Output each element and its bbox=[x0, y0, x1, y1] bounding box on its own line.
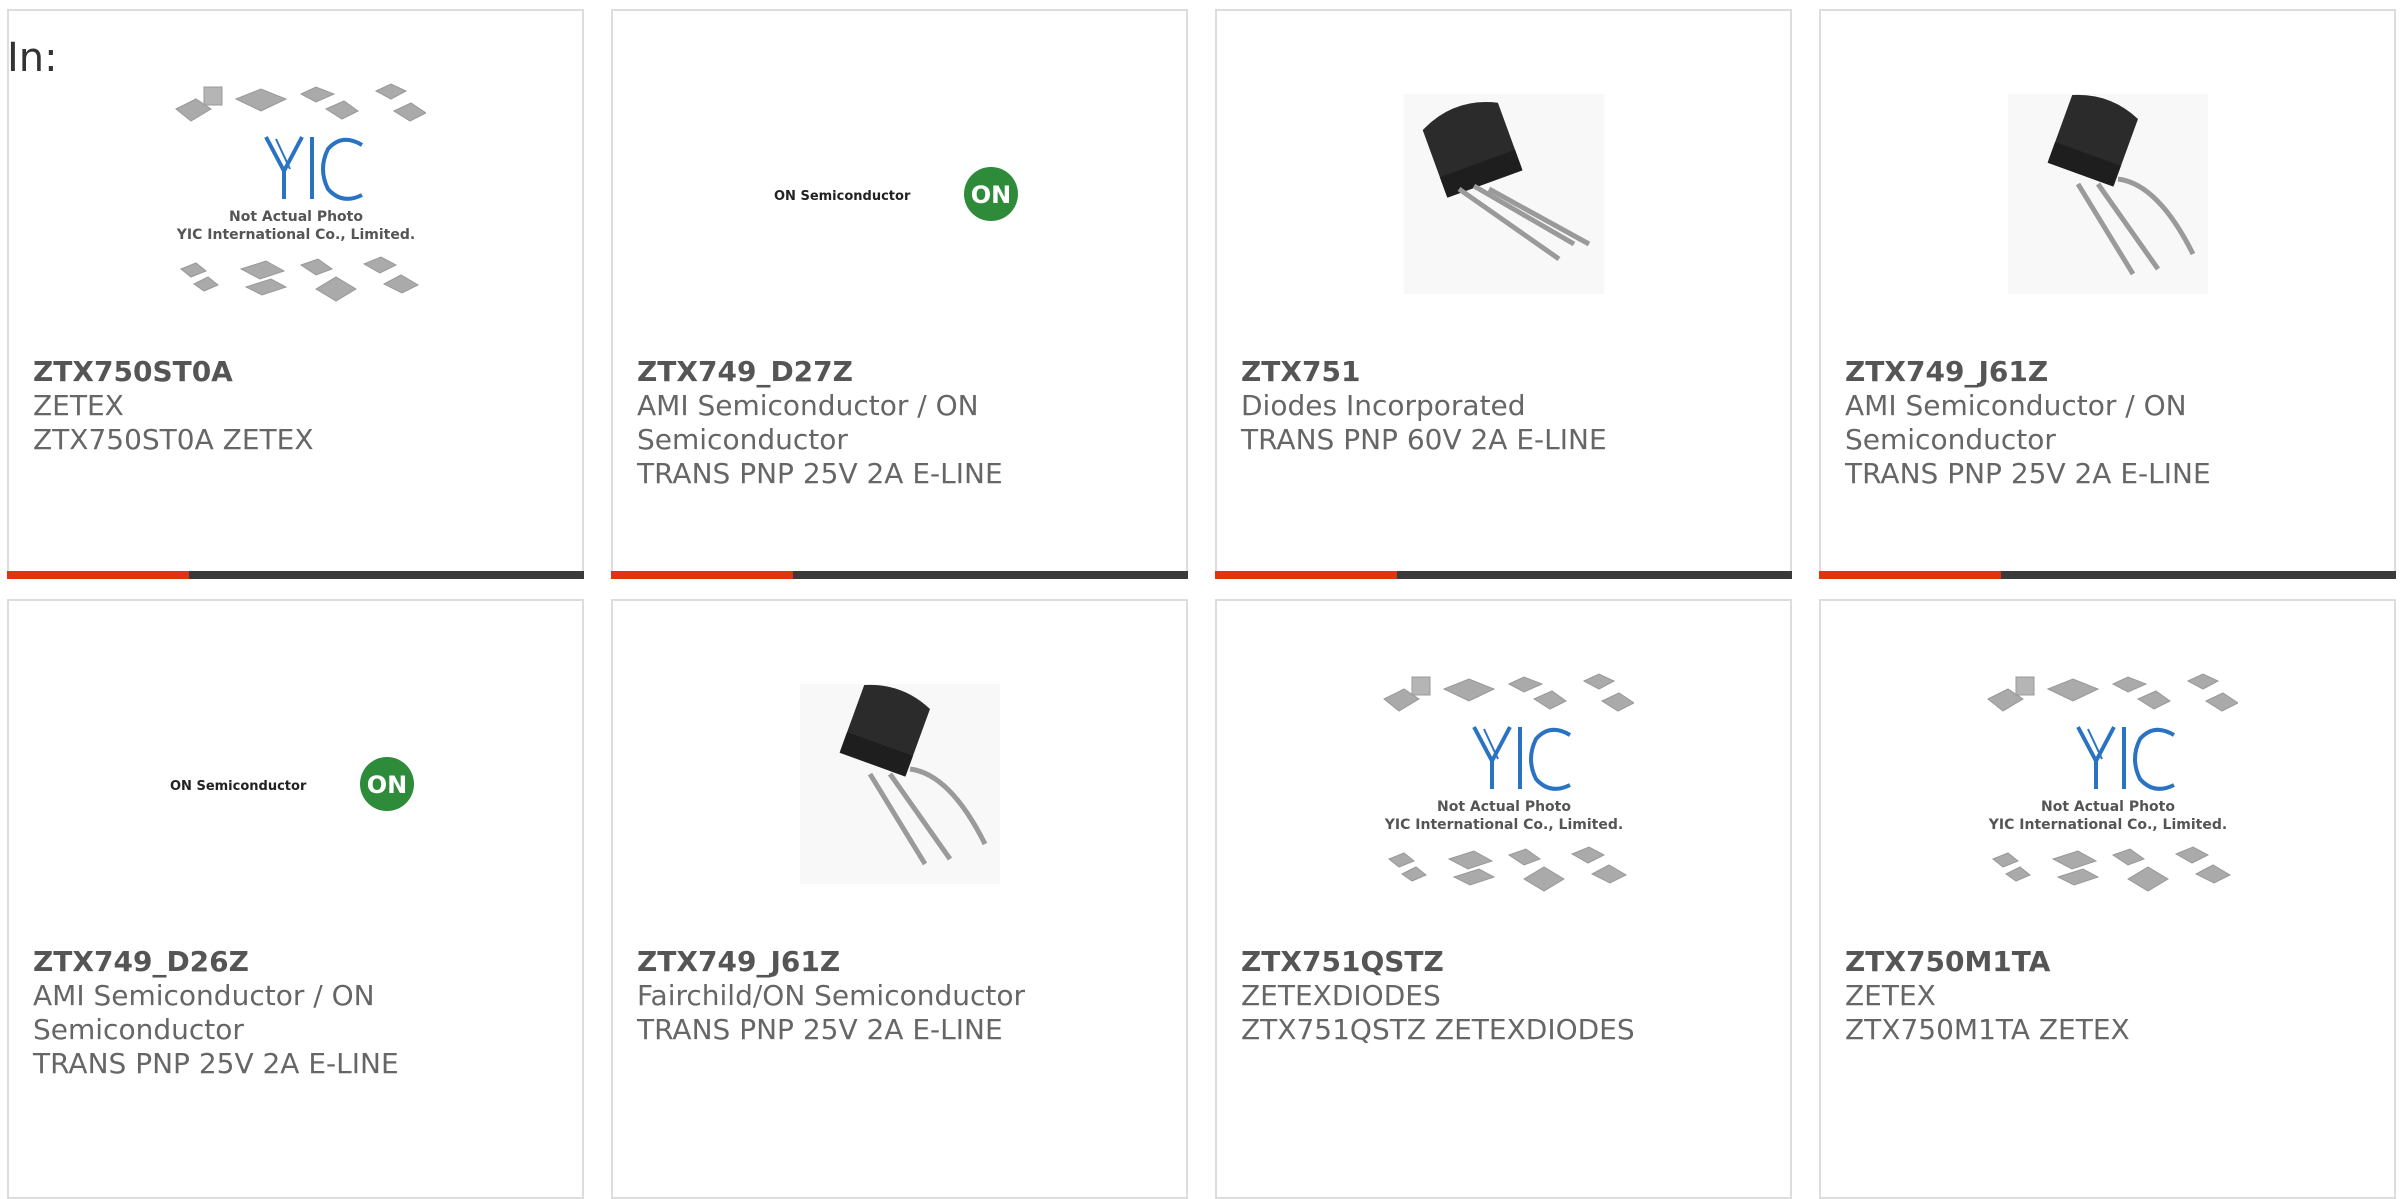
product-card[interactable]: ZTX751 Diodes Incorporated TRANS PNP 60V… bbox=[1215, 9, 1792, 579]
product-description: ZTX750ST0A ZETEX bbox=[33, 423, 314, 456]
part-number-link[interactable]: ZTX749_J61Z bbox=[637, 945, 1166, 979]
product-card[interactable]: ZTX749_J61Z Fairchild/ON Semiconductor T… bbox=[611, 599, 1188, 1199]
card-progress-bar bbox=[7, 571, 584, 579]
part-number-link[interactable]: ZTX749_D27Z bbox=[637, 355, 1166, 389]
product-description: TRANS PNP 25V 2A E-LINE bbox=[637, 1013, 1003, 1046]
logo-wordmark: ON Semiconductor bbox=[774, 189, 911, 204]
manufacturer-name: Diodes Incorporated bbox=[1241, 389, 1526, 422]
placeholder-line2: YIC International Co., Limited. bbox=[175, 227, 414, 243]
part-number-link[interactable]: ZTX751QSTZ bbox=[1241, 945, 1770, 979]
manufacturer-name: AMI Semiconductor / ON Semiconductor bbox=[1845, 389, 2187, 456]
product-image-placeholder[interactable]: Not Actual Photo YIC International Co., … bbox=[1978, 669, 2238, 899]
product-description: TRANS PNP 25V 2A E-LINE bbox=[1845, 457, 2211, 490]
card-accent-bar bbox=[7, 571, 189, 579]
manufacturer-name: Fairchild/ON Semiconductor bbox=[637, 979, 1026, 1012]
product-card[interactable]: Not Actual Photo YIC International Co., … bbox=[1215, 599, 1792, 1199]
manufacturer-logo-image[interactable]: ON Semiconductor ON bbox=[166, 669, 426, 899]
product-description: ZTX750M1TA ZETEX bbox=[1845, 1013, 2130, 1046]
on-semiconductor-logo-icon: ON Semiconductor ON bbox=[170, 757, 414, 811]
placeholder-line2: YIC International Co., Limited. bbox=[1987, 817, 2226, 833]
placeholder-line1: Not Actual Photo bbox=[1437, 799, 1571, 815]
manufacturer-logo-image[interactable]: ON Semiconductor ON bbox=[770, 79, 1030, 309]
product-card[interactable]: ZTX749_J61Z AMI Semiconductor / ON Semic… bbox=[1819, 9, 2396, 579]
product-image-placeholder[interactable]: Not Actual Photo YIC International Co., … bbox=[166, 79, 426, 309]
product-description: ZTX751QSTZ ZETEXDIODES bbox=[1241, 1013, 1635, 1046]
part-number-link[interactable]: ZTX749_J61Z bbox=[1845, 355, 2374, 389]
product-card[interactable]: ON Semiconductor ON ZTX749_D26Z AMI Semi… bbox=[7, 599, 584, 1199]
product-description: TRANS PNP 60V 2A E-LINE bbox=[1241, 423, 1607, 456]
transistor-icon bbox=[1403, 94, 1604, 294]
on-semiconductor-logo-icon: ON Semiconductor ON bbox=[774, 167, 1018, 221]
card-accent-bar bbox=[1215, 571, 1397, 579]
product-photo[interactable] bbox=[1374, 79, 1634, 309]
card-accent-bar bbox=[611, 571, 793, 579]
product-card[interactable]: Not Actual Photo YIC International Co., … bbox=[7, 9, 584, 579]
product-card[interactable]: Not Actual Photo YIC International Co., … bbox=[1819, 599, 2396, 1199]
product-description: TRANS PNP 25V 2A E-LINE bbox=[637, 457, 1003, 490]
card-progress-bar bbox=[1819, 571, 2396, 579]
part-number-link[interactable]: ZTX749_D26Z bbox=[33, 945, 562, 979]
product-image-placeholder[interactable]: Not Actual Photo YIC International Co., … bbox=[1374, 669, 1634, 899]
placeholder-line1: Not Actual Photo bbox=[229, 209, 363, 225]
manufacturer-name: ZETEXDIODES bbox=[1241, 979, 1441, 1012]
card-progress-bar bbox=[611, 571, 1188, 579]
product-card[interactable]: ON Semiconductor ON ZTX749_D27Z AMI Semi… bbox=[611, 9, 1188, 579]
part-number-link[interactable]: ZTX751 bbox=[1241, 355, 1770, 389]
product-photo[interactable] bbox=[1978, 79, 2238, 309]
part-number-link[interactable]: ZTX750ST0A bbox=[33, 355, 562, 389]
yic-logo-icon: Not Actual Photo YIC International Co., … bbox=[1986, 673, 2238, 892]
manufacturer-name: AMI Semiconductor / ON Semiconductor bbox=[33, 979, 375, 1046]
product-grid: Not Actual Photo YIC International Co., … bbox=[0, 0, 2400, 1199]
card-progress-bar bbox=[1215, 571, 1792, 579]
logo-wordmark: ON Semiconductor bbox=[170, 779, 307, 794]
product-description: TRANS PNP 25V 2A E-LINE bbox=[33, 1047, 399, 1080]
manufacturer-name: AMI Semiconductor / ON Semiconductor bbox=[637, 389, 979, 456]
logo-badge: ON bbox=[366, 771, 407, 799]
transistor-icon bbox=[799, 684, 1000, 884]
card-accent-bar bbox=[1819, 571, 2001, 579]
product-photo[interactable] bbox=[770, 669, 1030, 899]
manufacturer-name: ZETEX bbox=[33, 389, 124, 422]
yic-logo-icon: Not Actual Photo YIC International Co., … bbox=[174, 83, 426, 302]
logo-badge: ON bbox=[970, 181, 1011, 209]
placeholder-line1: Not Actual Photo bbox=[2041, 799, 2175, 815]
placeholder-line2: YIC International Co., Limited. bbox=[1383, 817, 1622, 833]
part-number-link[interactable]: ZTX750M1TA bbox=[1845, 945, 2374, 979]
filter-label: In: bbox=[7, 35, 58, 81]
transistor-icon bbox=[2007, 94, 2208, 294]
manufacturer-name: ZETEX bbox=[1845, 979, 1936, 1012]
yic-logo-icon: Not Actual Photo YIC International Co., … bbox=[1382, 673, 1634, 892]
